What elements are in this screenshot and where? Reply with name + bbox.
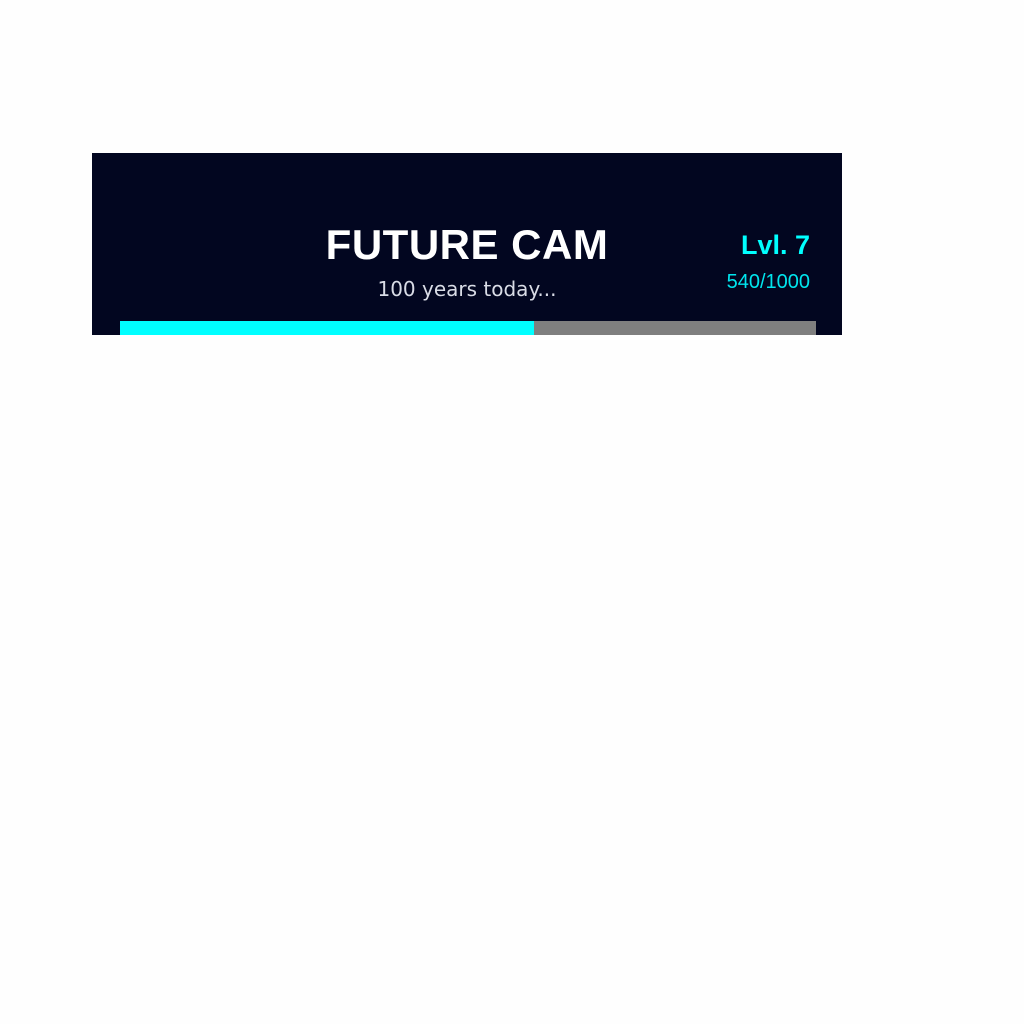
xp-progress-bar (120, 321, 816, 335)
xp-progress-fill (120, 321, 535, 335)
level-label: Lvl. 7 (740, 230, 810, 260)
xp-counter: 540/1000 (726, 271, 810, 293)
header-banner: FUTURE CAM 100 years today... Lvl. 7 540… (92, 153, 842, 335)
app-title: FUTURE CAM (325, 221, 609, 268)
